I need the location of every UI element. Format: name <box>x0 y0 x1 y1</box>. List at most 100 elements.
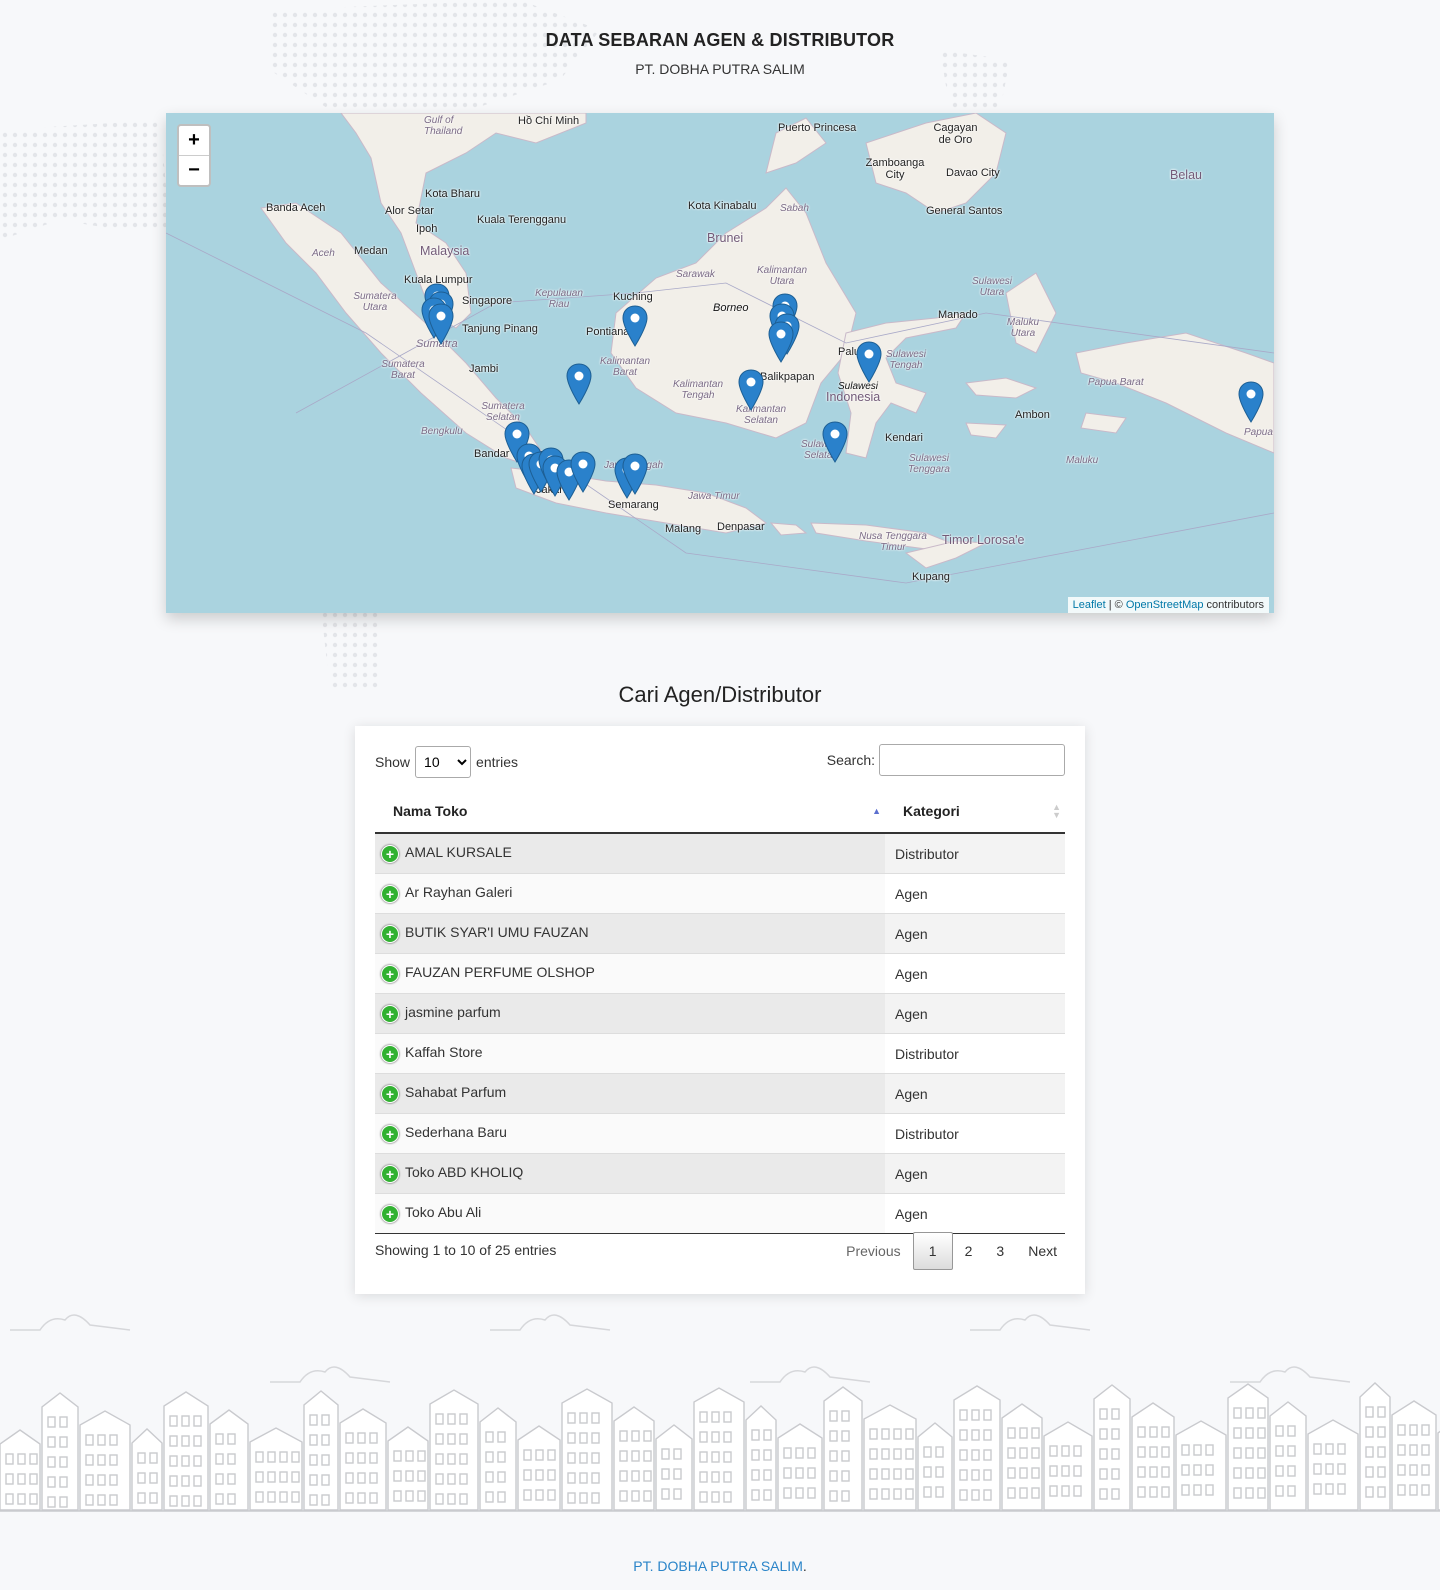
map-label: Timor Lorosa'e <box>942 533 1025 547</box>
zoom-out-button[interactable]: − <box>179 155 209 185</box>
expand-row-icon[interactable]: + <box>381 964 399 983</box>
column-header-kategori[interactable]: Kategori ▲ ▼ <box>885 790 1065 834</box>
skyline-building <box>1175 1420 1227 1511</box>
cell-kategori: Agen <box>885 873 1065 914</box>
search-input[interactable] <box>879 744 1065 776</box>
expand-row-icon[interactable]: + <box>381 844 399 863</box>
search-label: Search: <box>826 752 875 768</box>
distribution-map[interactable]: + − Hồ Chí Minh Gulf of Thailand Puerto … <box>166 113 1274 613</box>
map-marker-icon[interactable] <box>566 363 592 405</box>
footer-company-link[interactable]: PT. DOBHA PUTRA SALIM <box>633 1558 803 1574</box>
skyline-building <box>479 1407 517 1511</box>
store-name: Sederhana Baru <box>405 1124 507 1141</box>
map-label: Maluku <box>1066 455 1099 466</box>
cell-kategori: Agen <box>885 1193 1065 1234</box>
page-button-3[interactable]: 3 <box>984 1233 1016 1269</box>
skyline-building <box>517 1425 561 1511</box>
skyline-building <box>863 1404 917 1511</box>
next-page-button[interactable]: Next <box>1016 1233 1069 1269</box>
map-marker-icon[interactable] <box>1238 381 1264 423</box>
sort-both-icon: ▲ ▼ <box>1052 802 1061 820</box>
table-row[interactable]: + Kaffah Store Distributor <box>375 1033 1065 1074</box>
map-label: Jawa Timur <box>688 491 740 502</box>
cell-nama-toko: + Kaffah Store <box>375 1033 885 1074</box>
expand-row-icon[interactable]: + <box>381 1044 399 1063</box>
cell-kategori: Agen <box>885 913 1065 954</box>
map-label: Ipoh <box>416 223 438 235</box>
openstreetmap-link[interactable]: OpenStreetMap <box>1126 599 1204 611</box>
cell-kategori: Agen <box>885 953 1065 994</box>
skyline-building <box>777 1423 823 1511</box>
table-row[interactable]: + FAUZAN PERFUME OLSHOP Agen <box>375 953 1065 994</box>
map-label: Aceh <box>312 248 335 259</box>
map-label: Ambon <box>1015 409 1050 421</box>
skyline-building <box>1269 1401 1307 1511</box>
page-subtitle: PT. DOBHA PUTRA SALIM <box>635 61 805 77</box>
zoom-in-button[interactable]: + <box>179 126 209 155</box>
map-marker-icon[interactable] <box>738 369 764 411</box>
map-marker-icon[interactable] <box>570 451 596 493</box>
map-label: Sumatera Selatan <box>481 401 525 423</box>
table-row[interactable]: + Toko ABD KHOLIQ Agen <box>375 1153 1065 1194</box>
cell-kategori: Agen <box>885 993 1065 1034</box>
map-label: Sulawesi Tenggara <box>908 453 950 475</box>
map-label: Gulf of Thailand <box>424 115 463 137</box>
table-row[interactable]: + AMAL KURSALE Distributor <box>375 833 1065 874</box>
skyline-building <box>917 1422 953 1511</box>
map-marker-icon[interactable] <box>622 453 648 495</box>
expand-row-icon[interactable]: + <box>381 1204 399 1223</box>
skyline-building <box>1391 1400 1437 1511</box>
attribution-suffix: contributors <box>1203 599 1264 611</box>
map-label: Sulawesi Utara <box>971 276 1013 298</box>
skyline-building <box>387 1426 429 1511</box>
map-marker-icon[interactable] <box>856 341 882 383</box>
skyline-building <box>1307 1419 1359 1511</box>
table-body: + AMAL KURSALE Distributor + Ar Rayhan Galer… <box>375 833 1065 1234</box>
page-header: DATA SEBARAN AGEN & DISTRIBUTOR PT. DOBH… <box>0 30 1440 77</box>
expand-row-icon[interactable]: + <box>381 1124 399 1143</box>
cell-nama-toko: + Sahabat Parfum <box>375 1073 885 1114</box>
map-marker-icon[interactable] <box>822 421 848 463</box>
leaflet-link[interactable]: Leaflet <box>1073 599 1106 611</box>
table-row[interactable]: + Toko Abu Ali Agen <box>375 1193 1065 1234</box>
page-length-select[interactable]: 10 <box>415 746 472 778</box>
store-name: FAUZAN PERFUME OLSHOP <box>405 964 595 981</box>
table-row[interactable]: + Ar Rayhan Galeri Agen <box>375 873 1065 914</box>
cell-kategori: Distributor <box>885 1033 1065 1074</box>
column-header-nama-toko[interactable]: Nama Toko ▲ <box>375 790 885 834</box>
expand-row-icon[interactable]: + <box>381 1084 399 1103</box>
skyline-building <box>561 1388 613 1511</box>
table-row[interactable]: + jasmine parfum Agen <box>375 993 1065 1034</box>
store-name: BUTIK SYAR'I UMU FAUZAN <box>405 924 589 941</box>
map-label: General Santos <box>926 205 1003 217</box>
expand-row-icon[interactable]: + <box>381 884 399 903</box>
table-row[interactable]: + BUTIK SYAR'I UMU FAUZAN Agen <box>375 913 1065 954</box>
cell-kategori: Agen <box>885 1073 1065 1114</box>
expand-row-icon[interactable]: + <box>381 924 399 943</box>
expand-row-icon[interactable]: + <box>381 1004 399 1023</box>
map-marker-icon[interactable] <box>622 305 648 347</box>
map-marker-icon[interactable] <box>768 321 794 363</box>
map-label: Brunei <box>707 231 744 245</box>
cell-nama-toko: + Ar Rayhan Galeri <box>375 873 885 914</box>
map-marker-icon[interactable] <box>428 303 454 345</box>
map-label: Kepulauan Riau <box>535 288 583 310</box>
footer: PT. DOBHA PUTRA SALIM. <box>0 1558 1440 1574</box>
map-label: Semarang <box>608 499 659 511</box>
page-length-control: Show 10 entries <box>375 746 518 778</box>
page-button-1[interactable]: 1 <box>912 1232 953 1270</box>
page-button-2[interactable]: 2 <box>953 1233 985 1269</box>
skyline-building <box>131 1428 163 1511</box>
table-row[interactable]: + Sahabat Parfum Agen <box>375 1073 1065 1114</box>
map-label: Sarawak <box>676 269 715 280</box>
store-name: Toko Abu Ali <box>405 1204 482 1221</box>
store-name: Kaffah Store <box>405 1044 483 1061</box>
expand-row-icon[interactable]: + <box>381 1164 399 1183</box>
zoom-control: + − <box>177 124 211 187</box>
column-header-label: Nama Toko <box>393 803 468 819</box>
map-label: Indonesia <box>826 390 881 404</box>
table-row[interactable]: + Sederhana Baru Distributor <box>375 1113 1065 1154</box>
previous-page-button[interactable]: Previous <box>834 1233 912 1269</box>
map-label: Banda Aceh <box>266 202 326 214</box>
skyline-building <box>953 1385 1001 1511</box>
